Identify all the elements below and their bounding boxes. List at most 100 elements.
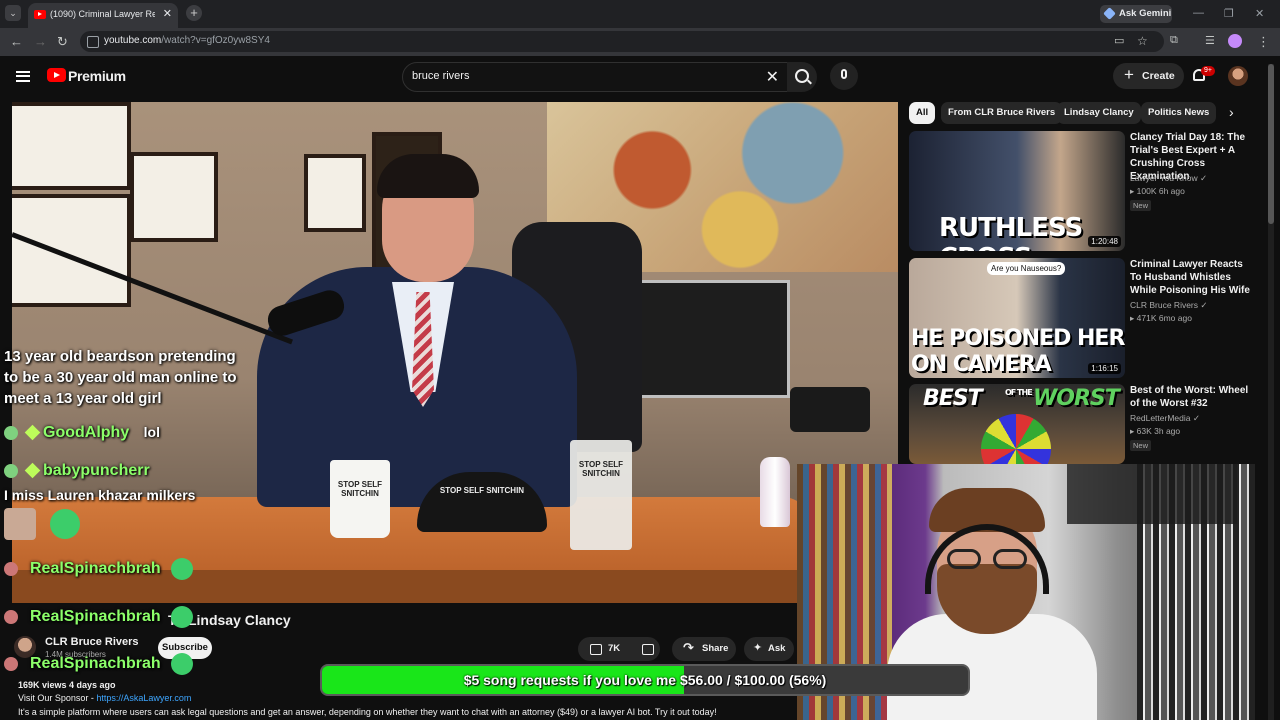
chat-message-text: I miss Lauren khazar milkers bbox=[4, 487, 196, 503]
site-info-icon[interactable] bbox=[87, 36, 99, 48]
window-close-icon[interactable]: ✕ bbox=[1255, 7, 1264, 20]
video-thumbnail[interactable]: Are you Nauseous? HE POISONED HER ON CAM… bbox=[909, 258, 1125, 378]
views-and-date: 169K views 4 days ago bbox=[18, 680, 116, 690]
notification-count-badge: 9+ bbox=[1201, 66, 1215, 76]
account-avatar[interactable] bbox=[1228, 66, 1248, 86]
sponsor-link[interactable]: https://AskaLawyer.com bbox=[96, 693, 191, 703]
clear-search-icon[interactable]: ✕ bbox=[766, 67, 779, 87]
chat-avatar bbox=[4, 562, 18, 576]
new-tab-button[interactable]: + bbox=[186, 5, 202, 21]
scrollbar-thumb[interactable] bbox=[1268, 64, 1274, 224]
mug-right: STOP SELF SNITCHIN bbox=[570, 440, 632, 550]
youtube-favicon-icon bbox=[34, 10, 46, 19]
youtube-premium-label[interactable]: Premium bbox=[68, 68, 126, 84]
nauseated-emote-icon bbox=[171, 558, 194, 580]
glasses bbox=[947, 549, 1031, 569]
bookmark-star-icon[interactable]: ☆ bbox=[1137, 34, 1148, 48]
chat-username: RealSpinachbrah bbox=[30, 560, 161, 578]
chat-avatar bbox=[4, 657, 18, 671]
search-input[interactable]: bruce rivers ✕ bbox=[402, 62, 788, 92]
mug-left: STOP SELF SNITCHIN bbox=[330, 460, 390, 538]
create-button[interactable]: + Create bbox=[1113, 63, 1184, 89]
like-dislike-group: 7K bbox=[578, 637, 660, 661]
chat-avatar bbox=[4, 425, 18, 440]
maximize-icon[interactable]: ❐ bbox=[1224, 7, 1234, 20]
recommended-video[interactable]: BEST OF THE WORST Best of the Worst: Whe… bbox=[909, 384, 1254, 464]
cap-text: STOP SELF SNITCHIN bbox=[439, 486, 525, 495]
gemini-icon bbox=[1103, 7, 1116, 20]
page-scrollbar[interactable] bbox=[1268, 64, 1274, 720]
diploma-frame bbox=[12, 194, 131, 307]
nauseated-emote-icon bbox=[50, 509, 81, 539]
search-icon bbox=[795, 69, 809, 83]
browser-tab[interactable]: (1090) Criminal Lawyer Reacts To ✕ bbox=[28, 3, 178, 28]
chat-username: babypuncherr bbox=[43, 462, 150, 479]
reload-icon[interactable]: ↻ bbox=[57, 34, 68, 50]
chip-all[interactable]: All bbox=[909, 102, 936, 124]
chat-username: GoodAlphy bbox=[43, 424, 130, 441]
new-badge: New bbox=[1130, 200, 1152, 211]
ask-button[interactable]: ✦ Ask bbox=[744, 637, 794, 661]
guide-menu-icon[interactable] bbox=[16, 68, 30, 84]
chat-avatar bbox=[4, 610, 18, 624]
mug-right-text: STOP SELF SNITCHIN bbox=[578, 460, 624, 478]
video-duration: 1:16:15 bbox=[1088, 363, 1121, 374]
chevron-right-icon[interactable]: › bbox=[1229, 104, 1234, 120]
nauseated-emote-icon bbox=[171, 606, 194, 628]
mug-left-text: STOP SELF SNITCHIN bbox=[337, 480, 383, 498]
sponsor-line: Visit Our Sponsor - https://AskaLawyer.c… bbox=[18, 693, 191, 703]
emote-image bbox=[4, 508, 36, 540]
water-bottle bbox=[760, 457, 790, 527]
youtube-logo-icon[interactable] bbox=[47, 68, 66, 82]
thumbnail-text: WORST bbox=[1033, 386, 1120, 411]
profile-icon[interactable] bbox=[1228, 34, 1242, 48]
recommended-channel: CLR Bruce Rivers ✓ bbox=[1130, 300, 1208, 310]
sparkle-icon: ✦ bbox=[753, 642, 763, 654]
chip-politics-news[interactable]: Politics News bbox=[1141, 102, 1217, 124]
recommended-video[interactable]: Are you Nauseous? HE POISONED HER ON CAM… bbox=[909, 258, 1254, 382]
cast-icon[interactable]: ▭ bbox=[1114, 34, 1124, 47]
chat-message: babypuncherr bbox=[4, 462, 150, 480]
desk-phone bbox=[790, 387, 870, 432]
like-count[interactable]: 7K bbox=[608, 643, 620, 654]
chip-lindsay-clancy[interactable]: Lindsay Clancy bbox=[1057, 102, 1141, 124]
diploma-frame bbox=[12, 102, 131, 190]
channel-name[interactable]: CLR Bruce Rivers bbox=[45, 636, 139, 648]
chip-from-channel[interactable]: From CLR Bruce Rivers bbox=[941, 102, 1063, 124]
tab-title: (1090) Criminal Lawyer Reacts To bbox=[50, 9, 155, 19]
dislike-icon[interactable] bbox=[642, 644, 654, 655]
tab-close-icon[interactable]: ✕ bbox=[163, 7, 172, 20]
recommended-channel: RedLetterMedia ✓ bbox=[1130, 413, 1200, 423]
back-icon[interactable]: ← bbox=[10, 34, 23, 49]
share-button[interactable]: ↷ Share bbox=[672, 637, 736, 661]
tab-search-icon[interactable]: ⌄ bbox=[5, 5, 21, 21]
browser-menu-icon[interactable]: ⋮ bbox=[1257, 34, 1270, 50]
address-bar[interactable]: youtube.com/watch?v=gfOz0yw8SY4 bbox=[80, 31, 1164, 52]
chat-message: RealSpinachbrah bbox=[4, 606, 194, 628]
like-icon[interactable] bbox=[590, 644, 602, 655]
chat-username: RealSpinachbrah bbox=[30, 608, 161, 626]
minimize-icon[interactable]: — bbox=[1193, 7, 1204, 19]
chat-avatar bbox=[4, 463, 18, 478]
recommended-video[interactable]: RUTHLESS CROSS 1:20:48 Clancy Trial Day … bbox=[909, 131, 1254, 255]
thumbnail-text: ON CAMERA bbox=[911, 352, 1052, 377]
video-thumbnail[interactable]: RUTHLESS CROSS 1:20:48 bbox=[909, 131, 1125, 251]
share-label: Share bbox=[702, 643, 729, 654]
chat-emotes bbox=[4, 508, 81, 540]
recommended-stats: ▸ 100K 6h ago bbox=[1130, 186, 1185, 196]
forward-icon[interactable]: → bbox=[34, 34, 47, 49]
recommended-title: Best of the Worst: Wheel of the Worst #3… bbox=[1130, 385, 1249, 409]
reading-list-icon[interactable]: ☰ bbox=[1205, 34, 1215, 47]
recommended-channel: Lawyer You Know ✓ bbox=[1130, 173, 1208, 183]
wheel-graphic bbox=[981, 414, 1051, 464]
chat-message: RealSpinachbrah bbox=[4, 558, 194, 580]
thumbnail-text: BEST bbox=[923, 386, 983, 411]
diploma-frame bbox=[304, 154, 366, 232]
chat-username: RealSpinachbrah bbox=[30, 655, 161, 673]
voice-search-button[interactable] bbox=[830, 62, 858, 90]
ask-gemini-button[interactable]: Ask Gemini bbox=[1100, 5, 1172, 23]
extensions-icon[interactable]: ⧉ bbox=[1170, 34, 1178, 47]
video-thumbnail[interactable]: BEST OF THE WORST bbox=[909, 384, 1125, 464]
search-button[interactable] bbox=[787, 62, 817, 92]
chat-badge-icon bbox=[24, 462, 41, 479]
